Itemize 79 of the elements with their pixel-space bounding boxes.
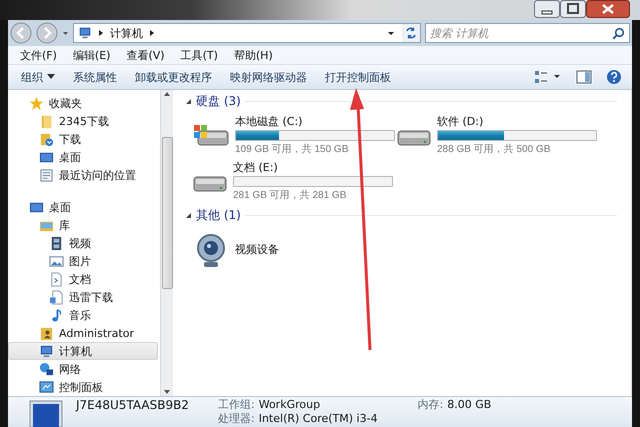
collapse-triangle-icon[interactable] <box>185 98 192 104</box>
toolbar-button[interactable]: 映射网络驱动器 <box>221 66 316 88</box>
search-icon <box>612 27 625 40</box>
star-icon <box>29 96 44 110</box>
refresh-button[interactable] <box>402 24 420 42</box>
film-icon <box>49 236 64 250</box>
drive-name: 本地磁盘 (C:) <box>235 114 304 129</box>
sidebar-item[interactable]: 库 <box>8 216 158 234</box>
address-bar[interactable]: 计算机 <box>73 23 421 43</box>
sidebar-item[interactable]: 桌面 <box>8 198 158 216</box>
field-value: 8.00 GB <box>447 398 492 411</box>
help-icon[interactable] <box>606 69 622 85</box>
document-icon <box>49 272 64 286</box>
drive-space-text: 288 GB 可用，共 500 GB <box>437 142 552 156</box>
recent-places-icon <box>39 168 54 182</box>
sidebar-item[interactable]: 计算机 <box>8 342 158 360</box>
menu-item[interactable]: 工具(T) <box>172 48 226 62</box>
drive-item[interactable]: 文档 (E:) 281 GB 可用，共 281 GB <box>189 158 393 204</box>
computer-icon <box>39 344 54 358</box>
sidebar-item[interactable]: 2345下载 <box>8 112 158 130</box>
preview-pane-icon[interactable] <box>576 69 592 85</box>
view-options-icon[interactable] <box>534 69 562 85</box>
group-heading[interactable]: 其他 (1) <box>196 206 241 224</box>
field-value: Intel(R) Core(TM) i3-4 <box>258 412 378 425</box>
drive-space-text: 109 GB 可用，共 150 GB <box>235 142 350 156</box>
drive-name: 视频设备 <box>235 242 279 256</box>
close-button[interactable] <box>586 0 630 18</box>
sidebar-item[interactable]: 最近访问的位置 <box>8 166 158 184</box>
sidebar-item[interactable]: 下载 <box>8 130 158 148</box>
network-icon <box>39 362 54 376</box>
caret-icon <box>47 74 55 80</box>
drive-space-text: 281 GB 可用，共 281 GB <box>233 188 348 202</box>
drive-name: 软件 (D:) <box>437 114 484 129</box>
sidebar-item[interactable]: 音乐 <box>8 306 158 324</box>
breadcrumb[interactable]: 计算机 <box>110 26 143 40</box>
computer-icon <box>78 26 92 40</box>
drive-item[interactable]: 本地磁盘 (C:) 109 GB 可用，共 150 GB <box>189 112 393 158</box>
sidebar-item[interactable]: 图片 <box>8 252 158 270</box>
user-folder-icon <box>39 326 54 340</box>
scrollbar-thumb[interactable] <box>162 137 172 289</box>
drive-item[interactable]: 视频设备 <box>189 226 393 272</box>
folder-icon <box>39 114 54 128</box>
sidebar-item[interactable]: 视频 <box>8 234 158 252</box>
download-folder-icon <box>39 132 54 146</box>
maximize-button[interactable] <box>560 0 586 18</box>
collapse-triangle-icon[interactable] <box>185 212 192 218</box>
picture-icon <box>49 254 64 268</box>
toolbar-button[interactable]: 系统属性 <box>64 66 126 88</box>
chevron-icon[interactable] <box>97 28 105 38</box>
sidebar-item[interactable]: 控制面板 <box>8 378 158 396</box>
field-value: WorkGroup <box>258 398 320 411</box>
toolbar-button[interactable]: 卸载或更改程序 <box>126 66 221 88</box>
scrollbar[interactable] <box>160 90 173 396</box>
sidebar-item[interactable]: 收藏夹 <box>8 94 158 112</box>
group-heading[interactable]: 硬盘 (3) <box>196 92 241 110</box>
sidebar-item[interactable]: 桌面 <box>8 148 158 166</box>
drive-item[interactable]: 软件 (D:) 288 GB 可用，共 500 GB <box>393 112 593 158</box>
sidebar-item[interactable]: 网络 <box>8 360 158 378</box>
computer-name: J7E48U5TAASB9B2 <box>76 397 190 412</box>
search-field[interactable]: 搜索 计算机 <box>425 23 630 43</box>
sidebar-item[interactable]: 文档 <box>8 270 158 288</box>
download-document-icon <box>49 290 64 304</box>
menu-item[interactable]: 编辑(E) <box>64 48 118 62</box>
field-label: 工作组: <box>218 398 255 411</box>
menu-item[interactable]: 查看(V) <box>118 48 173 62</box>
drive-name: 文档 (E:) <box>233 160 279 175</box>
chevron-icon[interactable] <box>148 28 156 38</box>
field-label: 处理器: <box>218 412 255 425</box>
sidebar-item[interactable]: 迅雷下载 <box>8 288 158 306</box>
toolbar-button[interactable]: 组织 <box>12 66 64 88</box>
system-drive-icon <box>193 124 229 146</box>
field-label: 内存: <box>418 398 444 411</box>
sidebar-item[interactable]: Administrator <box>8 324 158 342</box>
forward-button[interactable] <box>36 22 58 44</box>
menu-item[interactable]: 帮助(H) <box>226 48 281 62</box>
menu-item[interactable]: 文件(F) <box>12 48 65 62</box>
back-button[interactable] <box>10 22 32 44</box>
minimize-button[interactable] <box>534 0 560 18</box>
toolbar-button[interactable]: 打开控制面板 <box>316 66 400 88</box>
